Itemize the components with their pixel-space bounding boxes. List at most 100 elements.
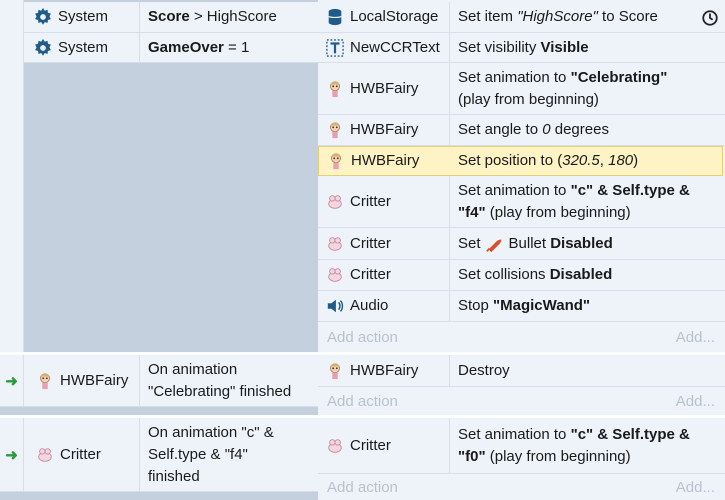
action-set-bullet-disabled[interactable]: Set Bullet Disabled: [450, 228, 725, 260]
action-set-collisions[interactable]: Set collisions Disabled: [450, 260, 725, 291]
action-object-critter[interactable]: Critter: [318, 176, 450, 228]
action-text: Set: [458, 234, 481, 252]
condition-text: "Celebrating" finished: [148, 382, 292, 400]
action-text: Set animation to: [458, 68, 571, 86]
action-object-label: NewCCRText: [350, 38, 440, 56]
action-object-hwbfairy[interactable]: HWBFairy: [318, 115, 450, 146]
event-margin[interactable]: [0, 0, 24, 352]
action-text: Set collisions: [458, 266, 550, 283]
action-object-critter[interactable]: Critter: [318, 228, 450, 260]
action-text: Stop: [458, 297, 494, 314]
action-object-hwbfairy[interactable]: HWBFairy: [318, 63, 450, 115]
condition-score-greater[interactable]: Score > HighScore: [140, 2, 318, 33]
action-object-label: HWBFairy: [351, 152, 420, 169]
condition-gameover-equals[interactable]: GameOver = 1: [140, 33, 318, 63]
condition-object-label: Critter: [60, 445, 101, 463]
action-text: degrees: [550, 121, 609, 138]
condition-text: Self.type & "f4": [148, 445, 248, 463]
action-param: "HighScore": [517, 8, 598, 25]
add-more-button[interactable]: Add...: [660, 474, 725, 500]
action-object-label: HWBFairy: [350, 361, 419, 379]
fairy-sprite-icon: [330, 122, 340, 139]
action-param: Disabled: [550, 234, 613, 252]
action-set-animation-celebrating[interactable]: Set animation to "Celebrating" (play from…: [450, 63, 725, 115]
action-object-label: HWBFairy: [350, 121, 419, 138]
action-param: "f0": [458, 447, 486, 465]
condition-text: > HighScore: [189, 8, 277, 25]
action-param: "MagicWand": [493, 297, 591, 314]
condition-text: = 1: [223, 38, 250, 56]
critter-sprite-icon: [328, 438, 342, 453]
trigger-arrow-icon: ➜: [5, 446, 18, 464]
action-param: "c" & Self.type &: [570, 425, 690, 443]
condition-object-hwbfairy[interactable]: HWBFairy: [24, 355, 140, 407]
action-text: Set visibility: [458, 38, 541, 56]
action-param: 320.5: [562, 152, 600, 169]
event-margin[interactable]: ➜: [0, 418, 24, 492]
action-object-hwbfairy[interactable]: HWBFairy: [318, 355, 450, 387]
critter-sprite-icon: [328, 268, 342, 282]
action-object-localstorage[interactable]: LocalStorage: [318, 2, 450, 33]
action-object-critter[interactable]: Critter: [318, 260, 450, 291]
condition-on-animation-finished[interactable]: On animation "Celebrating" finished: [140, 355, 318, 407]
fairy-sprite-icon: [330, 362, 340, 379]
action-text: (play from beginning): [458, 90, 599, 108]
action-text: Set animation to: [458, 425, 571, 443]
action-param: Disabled: [549, 266, 613, 283]
action-object-label: HWBFairy: [350, 79, 419, 97]
action-set-position[interactable]: Set position to (320.5, 180): [450, 146, 723, 176]
action-set-item[interactable]: Set item "HighScore" to Score: [450, 2, 725, 33]
add-action-button[interactable]: Add action: [318, 322, 618, 352]
add-action-button[interactable]: Add action: [318, 474, 618, 500]
action-text: Destroy: [458, 361, 510, 379]
condition-object-label: System: [58, 38, 109, 56]
condition-object-critter[interactable]: Critter: [24, 418, 140, 492]
action-param: Visible: [540, 38, 589, 56]
local-storage-icon: [328, 8, 342, 26]
condition-object-label: System: [58, 8, 109, 25]
action-object-label: Critter: [350, 436, 391, 454]
add-action-button[interactable]: Add action: [318, 387, 618, 415]
action-object-label: Critter: [350, 266, 391, 283]
action-text: ,: [599, 152, 609, 169]
condition-on-animation-finished[interactable]: On animation "c" & Self.type & "f4" finish…: [140, 418, 318, 492]
action-text: (play from beginning): [485, 447, 631, 465]
critter-sprite-icon: [38, 447, 52, 462]
condition-object-system[interactable]: System: [24, 2, 140, 33]
add-more-button[interactable]: Add...: [660, 387, 725, 415]
action-set-animation-critter[interactable]: Set animation to "c" & Self.type & "f4" (…: [450, 176, 725, 228]
condition-bold: GameOver: [148, 38, 224, 56]
action-set-visibility[interactable]: Set visibility Visible: [450, 33, 725, 63]
action-text: Set position to (: [458, 152, 563, 169]
action-object-audio[interactable]: Audio: [318, 291, 450, 322]
speaker-icon: [327, 299, 344, 313]
event-margin[interactable]: ➜: [0, 355, 24, 407]
action-object-hwbfairy-selected[interactable]: HWBFairy: [318, 146, 451, 176]
action-object-critter[interactable]: Critter: [318, 418, 450, 474]
action-text: (play from beginning): [485, 203, 631, 221]
action-object-newccrtext[interactable]: NewCCRText: [318, 33, 450, 63]
action-set-animation-critter[interactable]: Set animation to "c" & Self.type & "f0" (…: [450, 418, 725, 474]
action-text: Set animation to: [458, 181, 571, 199]
condition-text: finished: [148, 467, 200, 485]
add-more-button[interactable]: Add...: [660, 322, 725, 352]
fairy-sprite-icon: [331, 153, 341, 170]
async-clock-icon: [702, 10, 718, 26]
action-object-label: Critter: [350, 192, 391, 210]
action-param: "c" & Self.type &: [570, 181, 690, 199]
condition-object-system[interactable]: System: [24, 33, 140, 63]
action-object-label: Audio: [350, 297, 389, 314]
critter-sprite-icon: [328, 236, 342, 251]
gear-icon: [35, 8, 51, 25]
action-destroy[interactable]: Destroy: [450, 355, 725, 387]
action-param: 0: [542, 121, 551, 138]
text-object-icon: [326, 38, 344, 57]
critter-sprite-icon: [328, 194, 342, 209]
action-set-angle[interactable]: Set angle to 0 degrees: [450, 115, 725, 146]
action-stop-audio[interactable]: Stop "MagicWand": [450, 291, 725, 322]
condition-text: On animation: [148, 360, 238, 378]
action-object-label: Critter: [350, 234, 391, 252]
action-text: Set item: [458, 8, 518, 25]
action-param: "Celebrating": [570, 68, 668, 86]
action-param: 180: [608, 152, 634, 169]
